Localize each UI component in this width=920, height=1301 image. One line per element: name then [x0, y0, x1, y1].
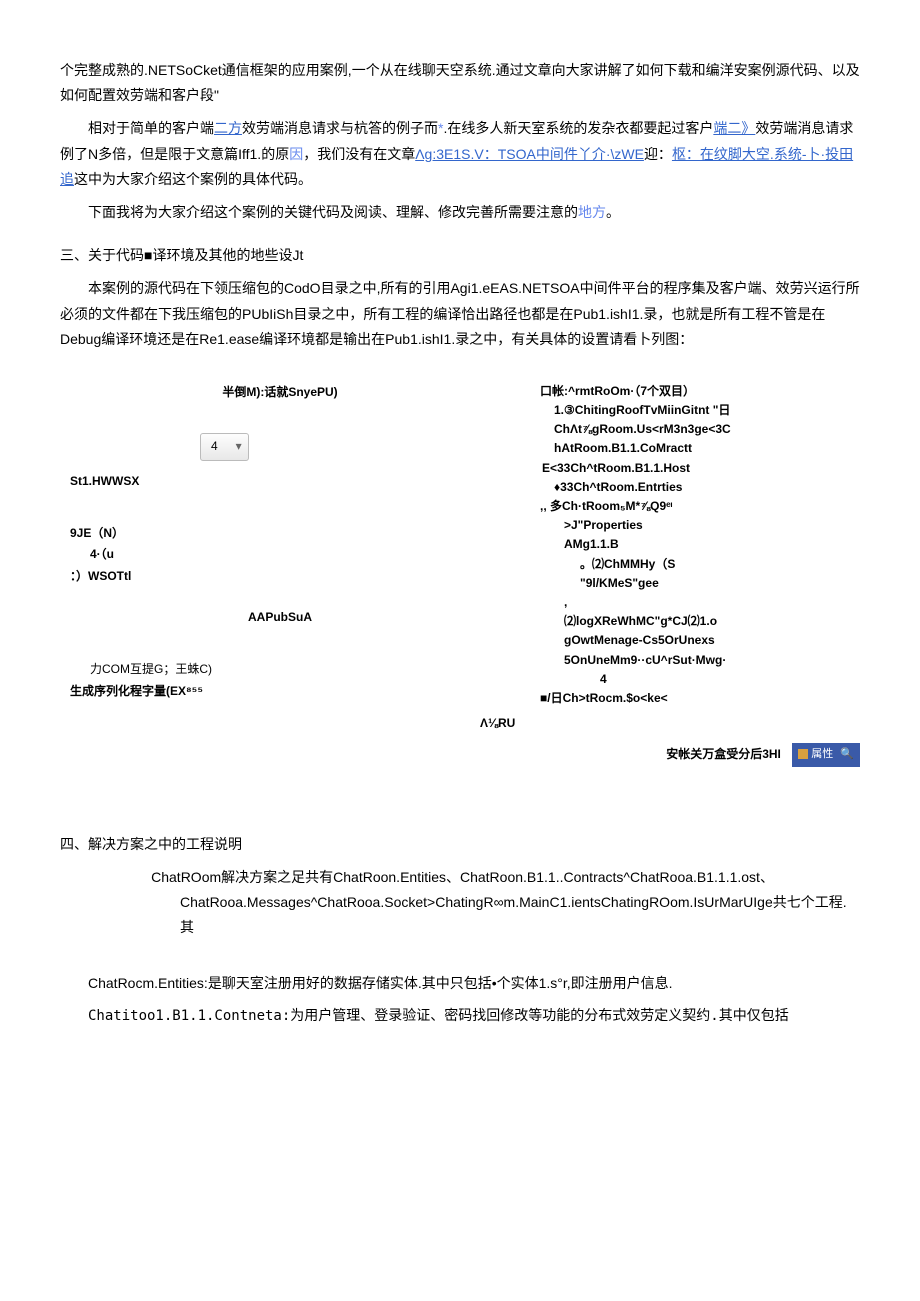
intro-paragraph-2: 相对于简单的客户端二方效劳端消息请求与杭答的例子而*.在线多人新天室系统的发杂衣… — [60, 116, 860, 192]
section-4-paragraph-3: Chatitoo1.B1.1.Contneta:为用户管理、登录验证、密码找回修… — [60, 1004, 860, 1029]
text-fragment: 这中为大家介绍这个案例的具体代码。 — [74, 171, 312, 187]
section-3-paragraph: 本案例的源代码在下领压缩包的CodO目录之中,所有的引用Agi1.eEAS.NE… — [60, 276, 860, 352]
link-erf[interactable]: 二方 — [214, 120, 242, 136]
text-fragment: 下面我将为大家介绍这个案例的关键代码及阅读、理解、修改完善所需要注意的 — [88, 204, 578, 220]
tree-l13: gOwtMenage-Cs5OrUnexs — [540, 631, 860, 650]
tree-l6: ,, 多Ch·tRoom₅M*⅞Q9ᵉᶦ — [540, 497, 860, 516]
tree-l5: ♦33Ch^tRoom.Entrties — [540, 478, 860, 497]
section-3-title: 三、关于代码■译环境及其他的地些设Jt — [60, 243, 860, 268]
diagram-right-column: 口帐:^rmtRoOm·（7个双目） 1.③ChitingRoofTvMiinG… — [540, 382, 860, 733]
text-fragment: ChatROom解决方案之足共有ChatRoon.Entities、ChatRo… — [151, 869, 847, 935]
diagram-row-1: 半倒M):话就SnyePU) — [60, 382, 500, 404]
tree-l4: E<33Ch^tRoom.B1.1.Host — [540, 459, 860, 478]
tree-l12: ⑵logXReWhMC"g*CJ⑵1.o — [540, 612, 860, 631]
tree-l9: 。⑵ChMMHy（S — [540, 555, 860, 574]
tag-icon — [798, 749, 808, 759]
link-yin[interactable]: 因 — [289, 146, 303, 162]
tree-l2: ChΛt⅞gRoom.Us<rM3n3ge<3C — [540, 420, 860, 439]
tree-l1: 1.③ChitingRoofTvMiinGitnt "日 — [540, 401, 860, 420]
diagram-com: 力COM互提G；王蛛C) — [90, 659, 500, 681]
diagram-9je: 9JE（N） — [70, 523, 500, 545]
tree-l11: , — [540, 593, 860, 612]
tree-l14: 5OnUneMm9··cU^rSut·Mwg· — [540, 651, 860, 670]
settings-diagram: 半倒M):话就SnyePU) 4 St1.HWWSX 9JE（N） 4·（u ：… — [60, 382, 860, 802]
tree-l15: 4 — [540, 670, 860, 689]
intro-paragraph-3: 下面我将为大家介绍这个案例的关键代码及阅读、理解、修改完善所需要注意的地方。 — [60, 200, 860, 225]
section-4-title: 四、解决方案之中的工程说明 — [60, 832, 860, 857]
diagram-aapub: AAPubSuA — [60, 607, 500, 629]
diagram-4u: 4·（u — [90, 544, 500, 566]
section-4-paragraph-2: ChatRocm.Entities:是聊天室注册用好的数据存储实体.其中只包括•… — [60, 971, 860, 996]
tree-l10: "9l/KMeS"gee — [540, 574, 860, 593]
tree-l16: ■/日Ch>tRocm.$o<ke< — [540, 689, 860, 708]
text-fragment: 迎： — [644, 146, 672, 162]
section-4-paragraph-1: ChatROom解决方案之足共有ChatRoon.Entities、ChatRo… — [120, 865, 860, 941]
link-difang[interactable]: 地方 — [578, 204, 606, 220]
link-duaner[interactable]: 端二》 — [713, 120, 755, 136]
diagram-footer: 安帐关万盒受分后3HI 属性 🔍 — [60, 743, 860, 767]
text-fragment: 。 — [606, 204, 620, 220]
footer-text: 安帐关万盒受分后3HI — [666, 747, 781, 761]
properties-tag[interactable]: 属性 🔍 — [792, 743, 860, 767]
tree-header: 口帐:^rmtRoOm·（7个双目） — [540, 382, 860, 401]
text-fragment: ，我们没有在文章 — [303, 146, 415, 162]
text-fragment: 相对于简单的客户端 — [88, 120, 214, 136]
tree-l7: >J"Properties — [540, 516, 860, 535]
tag-label: 属性 — [811, 748, 833, 760]
diagram-left-column: 半倒M):话就SnyePU) 4 St1.HWWSX 9JE（N） 4·（u ：… — [60, 382, 500, 702]
tree-l3: hAtRoom.B1.1.CoMractt — [540, 439, 860, 458]
tag-extra-icon: 🔍 — [840, 748, 854, 760]
diagram-st1: St1.HWWSX — [70, 471, 500, 493]
tree-l8: AMg1.1.B — [540, 535, 860, 554]
diagram-gen: 生成序列化程字量(EX⁸⁵⁵ — [70, 681, 500, 703]
text-fragment: .在线多人新天室系统的发杂衣都要起过客户 — [443, 120, 713, 136]
diagram-wsot: ：）WSOTtl — [70, 566, 500, 588]
link-ag3e[interactable]: Λg:3E1S.V：TSOA中间件丫介·\zWE — [415, 146, 644, 162]
text-fragment: 效劳端消息请求与杭答的例子而 — [242, 120, 438, 136]
tree-ru: Λ⅛RU — [480, 714, 860, 733]
platform-dropdown[interactable]: 4 — [200, 433, 249, 461]
intro-paragraph-1: 个完整成熟的.NETSoCket通信框架的应用案例,一个从在线聊天空系统.通过文… — [60, 58, 860, 108]
